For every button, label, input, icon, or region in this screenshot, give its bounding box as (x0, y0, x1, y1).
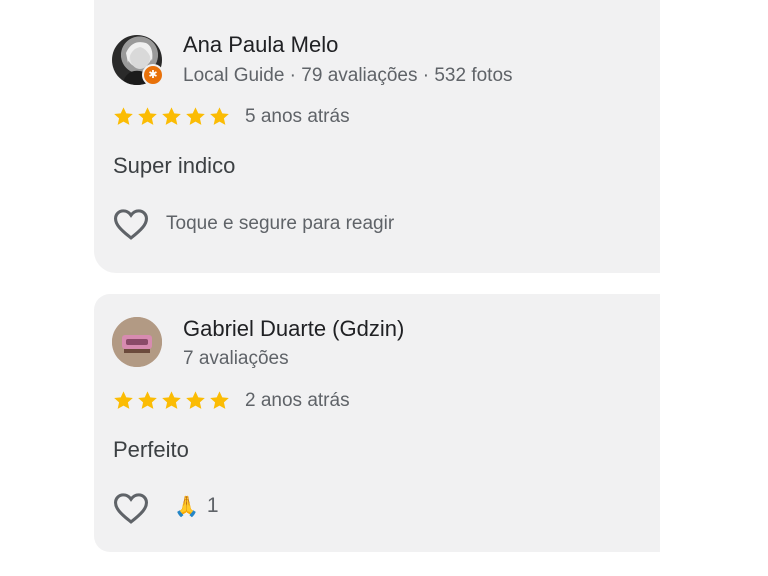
star-rating (112, 105, 231, 128)
author-name[interactable]: Gabriel Duarte (Gdzin) (183, 316, 404, 342)
avatar[interactable] (112, 317, 162, 367)
pray-emoji-icon: 🙏 (174, 494, 199, 518)
star-icon (186, 391, 205, 409)
star-icon (186, 107, 205, 125)
review-text: Super indico (113, 153, 236, 178)
author-name[interactable]: Ana Paula Melo (183, 32, 338, 58)
user-photo-icon (112, 317, 162, 367)
author-meta: Local Guide · 79 avaliações · 532 fotos (183, 65, 513, 86)
star-icon (162, 391, 181, 409)
star-icon (162, 107, 181, 125)
review-time: 5 anos atrás (245, 106, 350, 127)
star-icon (114, 391, 133, 409)
reaction-chip[interactable]: 🙏 1 (174, 494, 219, 518)
review-text: Perfeito (113, 437, 189, 462)
heart-icon[interactable] (112, 207, 150, 241)
react-hint: Toque e segure para reagir (166, 213, 395, 234)
review-time: 2 anos atrás (245, 390, 350, 411)
star-icon (138, 391, 157, 409)
author-meta: 7 avaliações (183, 348, 289, 369)
star-icon (114, 107, 133, 125)
local-guide-star-icon: ✱ (142, 64, 164, 86)
heart-icon[interactable] (112, 491, 150, 525)
review-card: ✱ Ana Paula Melo Local Guide · 79 avalia… (94, 0, 660, 273)
star-rating (112, 389, 231, 412)
star-icon (138, 107, 157, 125)
star-icon (210, 107, 229, 125)
review-card: Gabriel Duarte (Gdzin) 7 avaliações 2 an… (94, 294, 660, 552)
reaction-count: 1 (206, 494, 219, 517)
star-icon (210, 391, 229, 409)
